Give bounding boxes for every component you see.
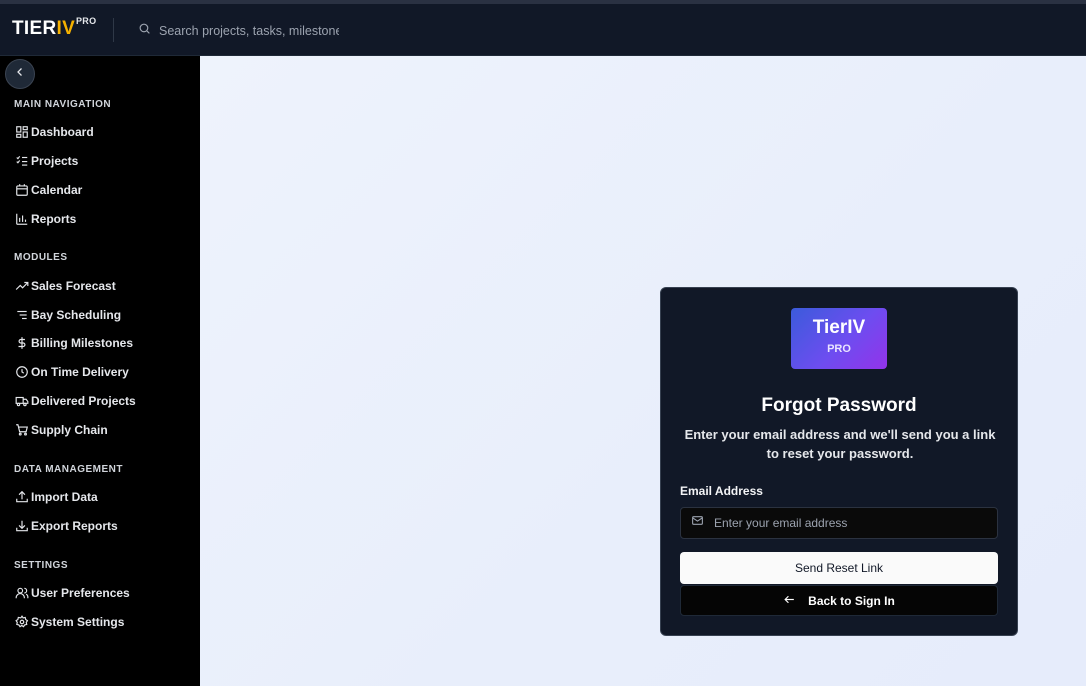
- logo-pro-badge: PRO: [76, 16, 97, 26]
- email-field: [680, 507, 998, 539]
- download-icon: [14, 518, 30, 534]
- sidebar-item-export-reports[interactable]: Export Reports: [14, 516, 118, 536]
- truck-icon: [14, 393, 30, 409]
- sidebar-item-system-settings[interactable]: System Settings: [14, 612, 124, 632]
- sidebar-item-on-time-delivery[interactable]: On Time Delivery: [14, 362, 129, 382]
- list-checks-icon: [14, 153, 30, 169]
- section-title-data-management: DATA MANAGEMENT: [14, 464, 123, 475]
- header-divider: [113, 18, 114, 42]
- sidebar-item-dashboard[interactable]: Dashboard: [14, 122, 94, 142]
- sidebar-item-label: Export Reports: [31, 519, 118, 533]
- sidebar-item-label: On Time Delivery: [31, 365, 129, 379]
- sidebar-item-label: System Settings: [31, 615, 125, 629]
- users-icon: [14, 585, 30, 601]
- section-title-main-navigation: MAIN NAVIGATION: [14, 99, 112, 110]
- logo-main-text: TIER: [12, 18, 57, 39]
- sidebar-item-bay-scheduling[interactable]: Bay Scheduling: [14, 305, 121, 325]
- sidebar: MAIN NAVIGATION Dashboard Projects Calen…: [0, 56, 200, 686]
- sidebar-item-label: Projects: [31, 154, 79, 168]
- brand-logo: TierIV PRO: [791, 308, 887, 369]
- sidebar-item-label: Sales Forecast: [31, 279, 116, 293]
- card-title: Forgot Password: [761, 395, 917, 416]
- cart-icon: [14, 422, 30, 438]
- sidebar-item-label: Reports: [31, 212, 77, 226]
- brand-badge: PRO: [827, 343, 851, 355]
- upload-icon: [14, 489, 30, 505]
- section-title-settings: SETTINGS: [14, 560, 69, 571]
- sidebar-item-label: Billing Milestones: [31, 336, 134, 350]
- sidebar-item-sales-forecast[interactable]: Sales Forecast: [14, 276, 116, 296]
- calendar-icon: [14, 182, 30, 198]
- sidebar-item-billing-milestones[interactable]: Billing Milestones: [14, 333, 133, 353]
- arrow-left-icon: [783, 593, 796, 609]
- chevron-left-icon: [14, 65, 26, 83]
- sidebar-item-label: User Preferences: [31, 586, 130, 600]
- email-input[interactable]: [714, 516, 984, 530]
- sidebar-item-calendar[interactable]: Calendar: [14, 180, 82, 200]
- search-input[interactable]: [159, 24, 339, 38]
- sidebar-item-label: Calendar: [31, 183, 83, 197]
- back-to-sign-in-label: Back to Sign In: [808, 593, 895, 608]
- send-reset-link-button[interactable]: Send Reset Link: [680, 552, 998, 584]
- sidebar-item-delivered-projects[interactable]: Delivered Projects: [14, 391, 136, 411]
- sidebar-item-projects[interactable]: Projects: [14, 151, 78, 171]
- back-to-sign-in-button[interactable]: Back to Sign In: [680, 585, 998, 616]
- search-icon: [138, 22, 151, 40]
- list-filter-icon: [14, 307, 30, 323]
- section-title-modules: MODULES: [14, 252, 68, 263]
- forgot-password-card: TierIV PRO Forgot Password Enter your em…: [660, 287, 1018, 636]
- sidebar-item-label: Dashboard: [31, 125, 94, 139]
- app-logo[interactable]: TIERIV PRO: [12, 16, 96, 40]
- trending-up-icon: [14, 278, 30, 294]
- sidebar-item-label: Import Data: [31, 490, 98, 504]
- clock-icon: [14, 364, 30, 380]
- card-description: Enter your email address and we'll send …: [684, 427, 996, 461]
- sidebar-item-label: Delivered Projects: [31, 394, 136, 408]
- dashboard-icon: [14, 124, 30, 140]
- global-search: [138, 20, 358, 42]
- dollar-icon: [14, 335, 30, 351]
- brand-name: TierIV: [812, 317, 866, 338]
- sidebar-item-reports[interactable]: Reports: [14, 209, 76, 229]
- sidebar-item-supply-chain[interactable]: Supply Chain: [14, 420, 108, 440]
- top-bar: TIERIV PRO: [0, 0, 1086, 56]
- sidebar-item-label: Supply Chain: [31, 423, 108, 437]
- main-content: TierIV PRO Forgot Password Enter your em…: [200, 56, 1086, 686]
- sidebar-item-import-data[interactable]: Import Data: [14, 487, 98, 507]
- sidebar-item-user-preferences[interactable]: User Preferences: [14, 583, 130, 603]
- gear-icon: [14, 614, 30, 630]
- email-label: Email Address: [680, 484, 763, 498]
- sidebar-item-label: Bay Scheduling: [31, 308, 122, 322]
- bar-chart-icon: [14, 211, 30, 227]
- sidebar-collapse-button[interactable]: [5, 59, 35, 89]
- logo-accent-text: IV: [56, 18, 76, 39]
- mail-icon: [691, 514, 704, 532]
